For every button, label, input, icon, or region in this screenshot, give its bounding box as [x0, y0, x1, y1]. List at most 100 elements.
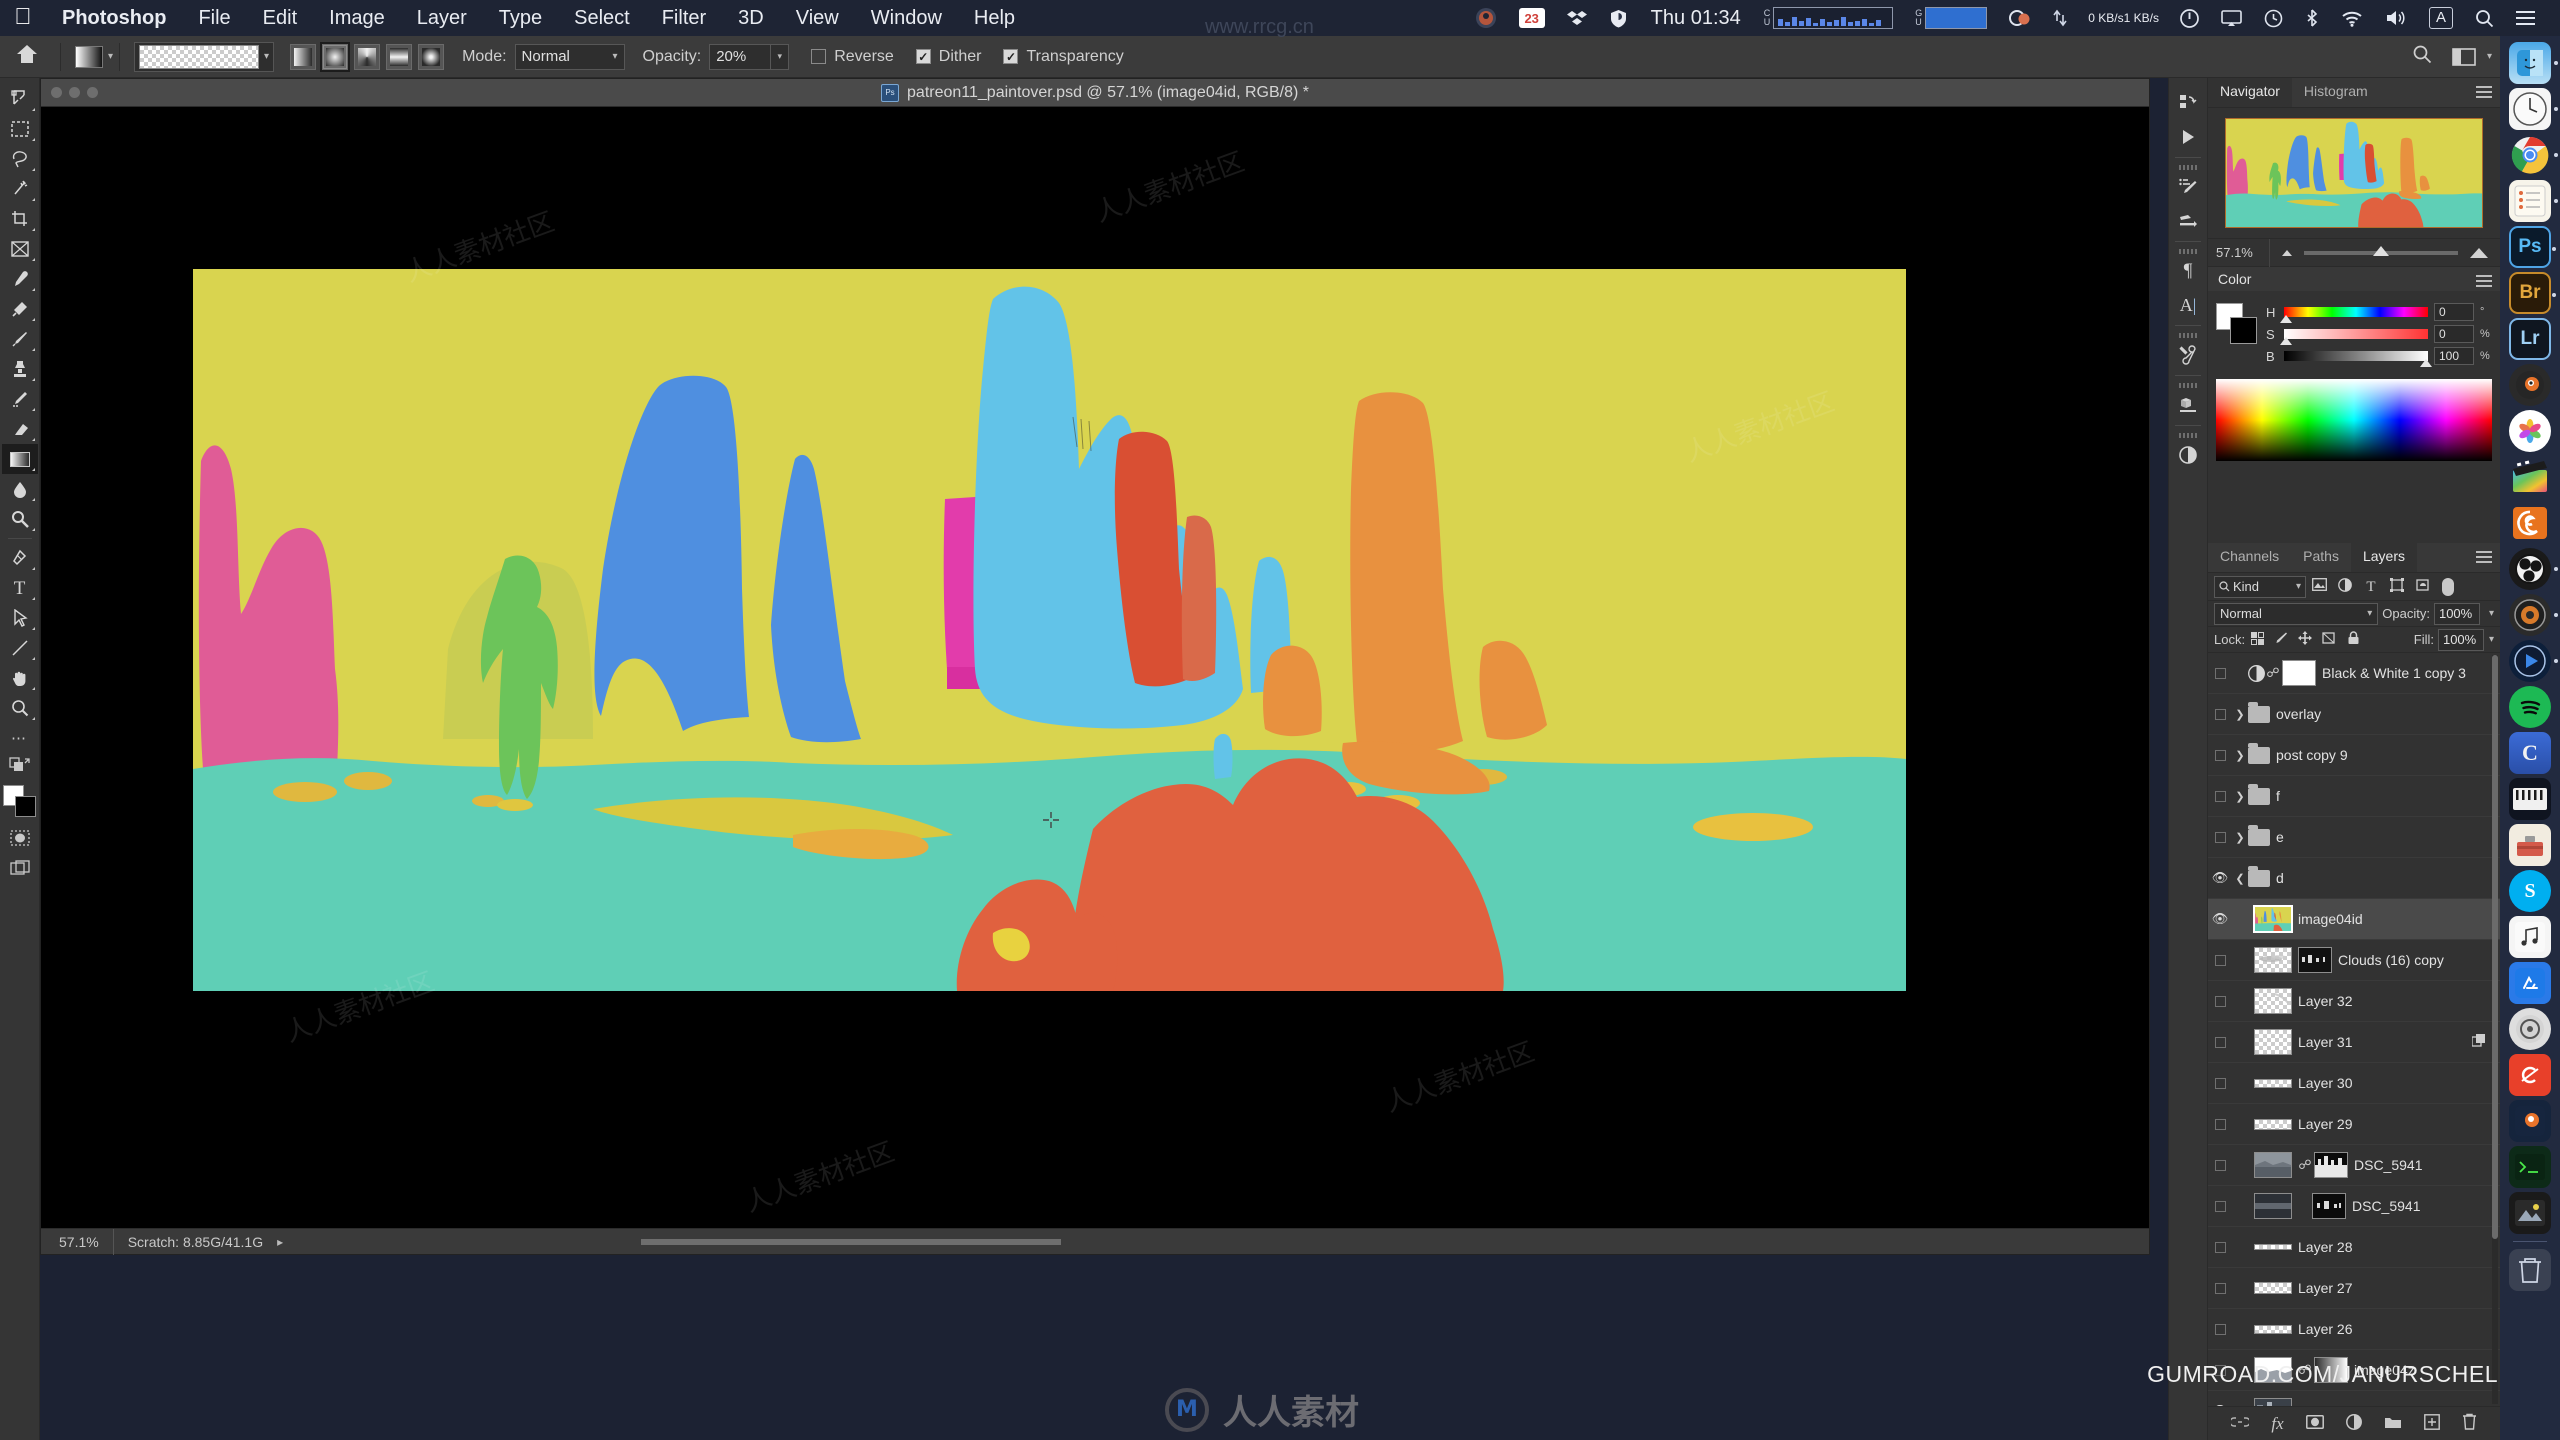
layer-thumbnail[interactable]	[2254, 988, 2292, 1014]
adjustments-panel-icon[interactable]	[2170, 438, 2206, 472]
lock-nesting-icon[interactable]	[2317, 631, 2341, 648]
table-row[interactable]: DSC_5941	[2208, 1186, 2500, 1227]
gradient-preview-swatch[interactable]	[139, 44, 260, 69]
navigator-zoom-slider[interactable]	[2270, 245, 2500, 258]
gradient-type-reflected[interactable]	[386, 43, 413, 70]
gradient-tool-preset[interactable]: ▾	[75, 45, 113, 68]
tab-paths[interactable]: Paths	[2291, 542, 2351, 572]
healing-brush-tool[interactable]	[2, 294, 38, 324]
layer-visibility-toggle[interactable]	[2208, 1077, 2232, 1089]
brightness-slider-row[interactable]: B 100 %	[2266, 345, 2492, 367]
add-layer-mask-icon[interactable]	[2305, 1414, 2324, 1433]
navigator-zoom-value[interactable]: 57.1%	[2208, 238, 2270, 267]
table-row[interactable]: ❯ post copy 9	[2208, 735, 2500, 776]
layer-name[interactable]: Layer 26	[2298, 1321, 2352, 1337]
notes-icon[interactable]	[2509, 180, 2558, 222]
layer-name[interactable]: Layer 31	[2298, 1034, 2352, 1050]
brush-settings-icon[interactable]	[2170, 170, 2206, 204]
table-row[interactable]: Layer 31	[2208, 1022, 2500, 1063]
menubar-clock[interactable]: Thu 01:34	[1639, 0, 1753, 36]
video-player-icon[interactable]	[2509, 640, 2558, 682]
layer-mask-thumbnail[interactable]	[2298, 947, 2332, 973]
navigator-thumbnail[interactable]	[2225, 118, 2483, 228]
lock-position-icon[interactable]	[2293, 631, 2317, 648]
layer-thumbnail[interactable]	[2254, 1244, 2292, 1250]
pixel-filter-icon[interactable]	[2306, 578, 2332, 595]
settings-icon[interactable]	[2509, 1008, 2551, 1050]
link-layers-icon[interactable]	[2229, 1415, 2252, 1432]
tab-layers[interactable]: Layers	[2350, 542, 2417, 572]
mask-link-ic[interactable]: ☍	[2298, 1157, 2312, 1173]
bartender-icon[interactable]	[1464, 0, 1508, 36]
hue-slider-row[interactable]: H 0 °	[2266, 301, 2492, 323]
clock-icon[interactable]	[2509, 88, 2558, 130]
image-viewer-icon[interactable]	[2509, 1192, 2551, 1234]
adobe-cc-icon[interactable]	[2509, 1054, 2551, 1096]
gradient-type-angle[interactable]	[354, 43, 381, 70]
menu-photoshop[interactable]: Photoshop	[46, 0, 182, 36]
layer-visibility-toggle[interactable]	[2208, 667, 2232, 679]
layer-name[interactable]: image04id	[2298, 911, 2363, 927]
saturation-track[interactable]	[2280, 329, 2428, 345]
layer-visibility-toggle[interactable]	[2208, 831, 2232, 843]
layer-blend-mode-select[interactable]: Normal ▾	[2214, 602, 2379, 625]
layer-name[interactable]: DSC_5941	[2352, 1198, 2421, 1214]
rectangular-marquee-tool[interactable]	[2, 114, 38, 144]
dropbox-icon[interactable]	[1556, 0, 1598, 36]
lock-image-pixels-icon[interactable]	[2269, 631, 2293, 648]
layer-visibility-toggle[interactable]	[2208, 954, 2232, 966]
zoom-window-icon[interactable]	[87, 87, 98, 98]
table-row[interactable]: Clouds (16) copy	[2208, 940, 2500, 981]
layer-mask-thumbnail[interactable]	[2282, 660, 2316, 686]
table-row[interactable]: ❯ e	[2208, 817, 2500, 858]
document-title[interactable]: patreon11_paintover.psd @ 57.1% (image04…	[907, 84, 1309, 102]
apple-logo-icon[interactable]: 	[0, 4, 46, 32]
finder-icon[interactable]	[2509, 42, 2558, 84]
adjustment-layer-icon[interactable]	[2345, 1413, 2362, 1434]
new-group-icon[interactable]	[2384, 1415, 2402, 1433]
layer-visibility-toggle[interactable]: 👁	[2208, 911, 2232, 927]
layer-style-fx-icon[interactable]: fx	[2271, 1414, 2283, 1434]
artboard[interactable]	[193, 269, 1906, 991]
screen-mode-icon[interactable]	[2, 853, 38, 883]
layer-name[interactable]: d	[2276, 870, 2284, 886]
gradient-tool[interactable]	[1, 444, 38, 474]
opacity-control[interactable]: 20% ▾	[701, 43, 790, 70]
reverse-checkbox-row[interactable]: Reverse	[811, 48, 894, 66]
cpu-graph-icon[interactable]: CU	[1753, 0, 1905, 36]
layer-thumbnail[interactable]	[2254, 1324, 2292, 1334]
layer-name[interactable]: DSC_5941	[2354, 1157, 2423, 1173]
background-color-swatch[interactable]	[2230, 317, 2257, 344]
gradient-picker[interactable]: ▾	[134, 41, 275, 72]
navigator-thumbnail-area[interactable]	[2208, 108, 2500, 238]
chrome-icon[interactable]	[2509, 134, 2558, 176]
chevron-right-icon[interactable]: ❯	[2232, 749, 2248, 762]
lightroom-icon[interactable]: Lr	[2509, 318, 2551, 360]
menu-filter[interactable]: Filter	[646, 0, 722, 36]
layer-name[interactable]: Clouds (16) copy	[2338, 952, 2444, 968]
chevron-right-icon[interactable]: ▸	[277, 1235, 283, 1249]
gpu-graph-icon[interactable]: GU	[1904, 0, 1998, 36]
istat-menus-icon[interactable]	[1998, 0, 2042, 36]
menu-edit[interactable]: Edit	[247, 0, 313, 36]
table-row[interactable]: Layer 32	[2208, 981, 2500, 1022]
hue-track[interactable]	[2280, 307, 2428, 323]
table-row[interactable]: ❯ overlay	[2208, 694, 2500, 735]
calendar-icon[interactable]: 23	[1508, 0, 1556, 36]
network-speed-text[interactable]: 0 KB/s 1 KB/s	[2078, 0, 2169, 36]
clone-stamp-tool[interactable]	[2, 354, 38, 384]
cinema4d-icon[interactable]	[2509, 502, 2551, 544]
horizontal-scrollbar[interactable]	[641, 1239, 2029, 1245]
bluetooth-icon[interactable]	[2294, 0, 2330, 36]
brush-tool[interactable]	[2, 324, 38, 354]
menu-image[interactable]: Image	[313, 0, 401, 36]
adjustment-filter-icon[interactable]	[2332, 577, 2358, 596]
chevron-right-icon[interactable]: ❯	[2232, 790, 2248, 803]
layer-visibility-toggle[interactable]: 👁	[2208, 870, 2232, 886]
table-row[interactable]: Layer 28	[2208, 1227, 2500, 1268]
obs-icon[interactable]	[2509, 548, 2558, 590]
layer-mask-thumbnail[interactable]	[2312, 1193, 2346, 1219]
layer-name[interactable]: Layer 32	[2298, 993, 2352, 1009]
window-traffic-lights[interactable]	[51, 87, 98, 98]
smart-object-filter-icon[interactable]	[2410, 578, 2436, 596]
